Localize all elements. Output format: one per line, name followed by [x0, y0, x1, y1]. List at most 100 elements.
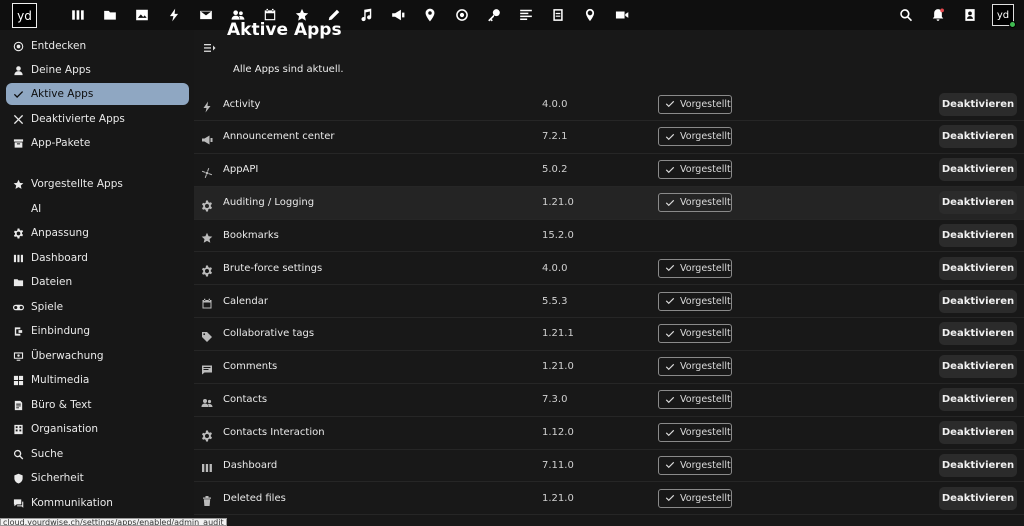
- app-name[interactable]: Bookmarks: [223, 230, 279, 241]
- app-row[interactable]: Dashboard 7.11.0 Vorgestellt Deaktivieren: [194, 449, 1024, 483]
- sidebar-item-label: Multimedia: [31, 374, 90, 386]
- app-row[interactable]: Deleted files 1.21.0 Vorgestellt Deaktivier…: [194, 482, 1024, 516]
- passwords-icon[interactable]: [478, 0, 510, 30]
- sidebar-item-büro-text[interactable]: Büro & Text: [6, 394, 189, 416]
- app-row[interactable]: Contacts Interaction 1.12.0 Vorgestellt Dea…: [194, 417, 1024, 450]
- deactivate-button[interactable]: Deaktivieren: [939, 453, 1017, 477]
- location-icon[interactable]: [574, 0, 606, 30]
- app-version: 4.0.0: [542, 98, 568, 110]
- online-status-indicator: [1009, 21, 1016, 28]
- activity-icon[interactable]: [158, 0, 190, 30]
- sidebar-item-vorgestellte-apps[interactable]: Vorgestellte Apps: [6, 173, 189, 195]
- music-icon[interactable]: [350, 0, 382, 30]
- sidebar-item-dashboard[interactable]: Dashboard: [6, 247, 189, 269]
- app-name[interactable]: Auditing / Logging: [223, 197, 314, 208]
- deactivate-button[interactable]: Deaktivieren: [939, 92, 1017, 116]
- deactivate-button[interactable]: Deaktivieren: [939, 486, 1017, 510]
- sidebar-item-entdecken[interactable]: Entdecken: [6, 35, 189, 57]
- app-name[interactable]: Brute-force settings: [223, 263, 322, 274]
- sidebar-item-deaktivierte-apps[interactable]: Deaktivierte Apps: [6, 108, 189, 130]
- tag-icon: [201, 328, 213, 342]
- toggle-navigation-icon[interactable]: [204, 39, 218, 53]
- sidebar-item-label: App-Pakete: [31, 137, 91, 149]
- deactivate-button[interactable]: Deaktivieren: [939, 388, 1017, 412]
- deactivate-button[interactable]: Deaktivieren: [939, 355, 1017, 379]
- app-row[interactable]: Calendar 5.5.3 Vorgestellt Deaktivieren: [194, 285, 1024, 319]
- app-row[interactable]: Auditing / Logging 1.21.0 Vorgestellt Deakt…: [194, 186, 1024, 220]
- announcement-icon: [201, 131, 213, 145]
- video-icon[interactable]: [606, 0, 638, 30]
- app-row[interactable]: AppAPI 5.0.2 Vorgestellt Deaktivieren: [194, 154, 1024, 187]
- app-version: 5.0.2: [542, 164, 568, 176]
- app-name[interactable]: Calendar: [223, 296, 268, 307]
- sidebar-item-organisation[interactable]: Organisation: [6, 418, 189, 440]
- featured-label: Vorgestellt: [680, 197, 731, 209]
- notifications-icon[interactable]: [922, 0, 954, 30]
- app-name[interactable]: Comments: [223, 361, 277, 372]
- sidebar-item-label: Anpassung: [31, 227, 89, 239]
- radio-icon[interactable]: [446, 0, 478, 30]
- sidebar-item-label: Deine Apps: [31, 64, 91, 76]
- sidebar-item-anpassung[interactable]: Anpassung: [6, 222, 189, 244]
- sidebar-item-ai[interactable]: AI: [6, 198, 189, 220]
- app-name[interactable]: Dashboard: [223, 460, 277, 471]
- app-row[interactable]: Contacts 7.3.0 Vorgestellt Deaktivieren: [194, 384, 1024, 417]
- contacts-menu-icon[interactable]: [954, 0, 986, 30]
- announcement-icon[interactable]: [382, 0, 414, 30]
- app-navigation-sidebar: Entdecken Deine Apps Aktive Apps Deaktivier…: [0, 30, 194, 526]
- sidebar-item-spiele[interactable]: Spiele: [6, 296, 189, 318]
- app-row[interactable]: Bookmarks 15.2.0 Deaktivieren: [194, 219, 1024, 253]
- forms-icon[interactable]: [542, 0, 574, 30]
- mail-icon[interactable]: [190, 0, 222, 30]
- app-name[interactable]: Collaborative tags: [223, 328, 314, 339]
- app-row[interactable]: Collaborative tags 1.21.1 Vorgestellt Deakt…: [194, 318, 1024, 351]
- deactivate-button[interactable]: Deaktivieren: [939, 191, 1017, 215]
- sidebar-item-dateien[interactable]: Dateien: [6, 271, 189, 293]
- status-message: Alle Apps sind aktuell.: [233, 64, 344, 75]
- deactivate-button[interactable]: Deaktivieren: [939, 223, 1017, 247]
- app-name[interactable]: Activity: [223, 99, 260, 110]
- deactivate-button[interactable]: Deaktivieren: [939, 256, 1017, 280]
- app-name[interactable]: Announcement center: [223, 131, 334, 142]
- sidebar-item-multimedia[interactable]: Multimedia: [6, 369, 189, 391]
- app-name[interactable]: AppAPI: [223, 164, 258, 175]
- sidebar-item-deine-apps[interactable]: Deine Apps: [6, 59, 189, 81]
- deactivate-button[interactable]: Deaktivieren: [939, 421, 1017, 444]
- sidebar-item-einbindung[interactable]: Einbindung: [6, 320, 189, 342]
- featured-badge: Vorgestellt: [658, 193, 732, 213]
- app-version: 15.2.0: [542, 229, 574, 241]
- app-row[interactable]: Activity 4.0.0 Vorgestellt Deaktivieren: [194, 88, 1024, 121]
- sidebar-item-überwachung[interactable]: Überwachung: [6, 345, 189, 367]
- dashboard-icon[interactable]: [62, 0, 94, 30]
- app-name[interactable]: Contacts Interaction: [223, 427, 325, 438]
- app-row[interactable]: Comments 1.21.0 Vorgestellt Deaktivieren: [194, 351, 1024, 384]
- sidebar-item-suche[interactable]: Suche: [6, 443, 189, 465]
- news-icon[interactable]: [510, 0, 542, 30]
- deactivate-button[interactable]: Deaktivieren: [939, 158, 1017, 182]
- avatar[interactable]: yd: [992, 4, 1016, 28]
- star-icon: [11, 177, 25, 191]
- app-name[interactable]: Deleted files: [223, 493, 286, 504]
- sidebar-item-app-pakete[interactable]: App-Pakete: [6, 132, 189, 154]
- app-version: 7.3.0: [542, 394, 568, 406]
- featured-label: Vorgestellt: [680, 262, 731, 274]
- app-name[interactable]: Contacts: [223, 394, 267, 405]
- maps-icon[interactable]: [414, 0, 446, 30]
- deactivate-button[interactable]: Deaktivieren: [939, 322, 1017, 346]
- user-icon: [11, 63, 25, 77]
- app-row[interactable]: Brute-force settings 4.0.0 Vorgestellt Deak…: [194, 252, 1024, 286]
- sidebar-item-label: Suche: [31, 448, 64, 460]
- logo[interactable]: yd: [12, 3, 37, 28]
- app-version: 1.21.0: [542, 492, 574, 504]
- folder-icon[interactable]: [94, 0, 126, 30]
- deactivate-button[interactable]: Deaktivieren: [939, 125, 1017, 149]
- check-icon: [665, 395, 675, 405]
- app-row[interactable]: Announcement center 7.2.1 Vorgestellt Deakt…: [194, 121, 1024, 154]
- sidebar-item-kommunikation[interactable]: Kommunikation: [6, 492, 189, 514]
- photos-icon[interactable]: [126, 0, 158, 30]
- search-icon[interactable]: [890, 0, 922, 30]
- package-icon: [11, 136, 25, 150]
- sidebar-item-sicherheit[interactable]: Sicherheit: [6, 467, 189, 489]
- deactivate-button[interactable]: Deaktivieren: [939, 289, 1017, 313]
- sidebar-item-aktive-apps[interactable]: Aktive Apps: [6, 83, 189, 105]
